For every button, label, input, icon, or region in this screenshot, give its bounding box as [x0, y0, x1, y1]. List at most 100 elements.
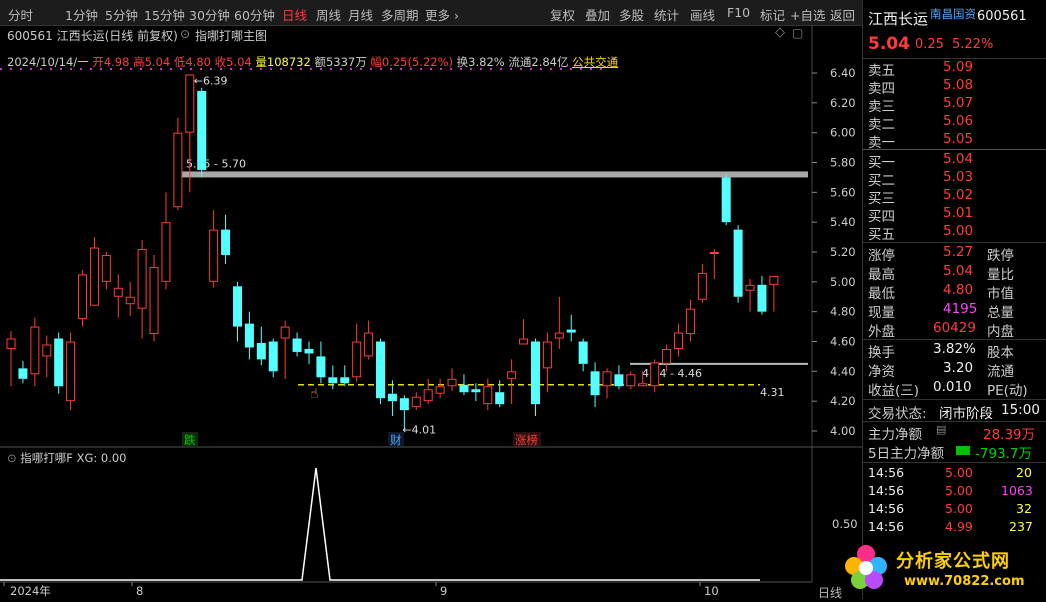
candle-body — [364, 332, 374, 357]
formula-name[interactable]: 指哪打哪主图 — [195, 27, 267, 44]
chevron-down-icon[interactable]: ⊙ — [180, 27, 190, 41]
x-tick-label: 10 — [704, 584, 719, 598]
sub-chart — [0, 467, 760, 581]
candle-body — [447, 378, 457, 387]
trade-status: 闭市阶段 — [939, 406, 993, 422]
y-axis: 6.40 6.20 6.00 5.80 5.60 5.40 5.20 5.00 4.80 4.60… — [812, 66, 856, 438]
candle-body — [507, 371, 517, 379]
mark-button[interactable]: 标记 — [760, 5, 785, 24]
watermark-logo: 分析家公式网 www.70822.com — [838, 540, 1038, 599]
candle-body — [542, 341, 552, 369]
f10-button[interactable]: F10 — [727, 5, 750, 20]
draw-line-button[interactable]: 画线 — [690, 5, 715, 24]
stat-label: 市值 — [987, 286, 1014, 302]
tick-time: 14:56 — [868, 501, 905, 516]
list-icon[interactable]: ▤ — [936, 423, 946, 436]
bid-price: 5.02 — [943, 187, 974, 203]
period-tab-fenshi[interactable]: 分时 — [8, 5, 33, 24]
main-flow5-label: 5日主力净额 — [868, 446, 945, 462]
tick-price: 5.00 — [945, 465, 973, 480]
sub-y-tick: 0.50 — [832, 517, 858, 531]
divider — [863, 149, 1046, 150]
tick-vol: 32 — [1016, 501, 1032, 516]
main-flow-label: 主力净额 — [868, 427, 922, 443]
stats-button[interactable]: 统计 — [654, 5, 679, 24]
candle-body — [554, 332, 564, 339]
candle — [507, 359, 517, 405]
candle-body — [89, 247, 99, 306]
sector-link[interactable]: 公共交通 — [572, 55, 618, 69]
stat-value: 4.80 — [943, 282, 974, 298]
sub-chart-menu-icon[interactable]: ⊙ — [7, 451, 17, 465]
candle-body — [423, 389, 433, 402]
candle — [268, 338, 278, 378]
adjust-button[interactable]: 复权 — [550, 5, 575, 24]
period-tab-multi[interactable]: 多周期 — [381, 5, 419, 24]
ask-price: 5.05 — [943, 131, 974, 147]
bid-label: 买三 — [868, 191, 895, 207]
candle-body — [78, 274, 88, 320]
candle-body — [626, 374, 636, 387]
candle-body — [66, 341, 76, 402]
volume-label: 量 — [255, 55, 267, 69]
last-price: 5.04 — [868, 34, 910, 54]
ask-label: 卖三 — [868, 99, 895, 115]
candle-body — [769, 275, 779, 285]
candle-body — [304, 348, 314, 354]
candle-body — [54, 338, 64, 387]
high-value: 5.04 — [144, 55, 171, 69]
price-change-pct: 5.22% — [952, 37, 994, 52]
y-tick-label: 4.60 — [830, 335, 856, 349]
sub-chart-title[interactable]: 指哪打哪F — [20, 451, 73, 465]
y-tick-label: 5.80 — [830, 156, 856, 170]
stat-label: 换手 — [868, 345, 895, 361]
period-tab-daily[interactable]: 日线 — [282, 5, 307, 24]
period-tab-15min[interactable]: 15分钟 — [144, 5, 185, 24]
add-watchlist-button[interactable]: +自选 — [790, 5, 825, 24]
tick-time: 14:56 — [868, 483, 905, 498]
ask-price: 5.06 — [943, 113, 974, 129]
stat-label: 净资 — [868, 364, 895, 380]
period-tab-60min[interactable]: 60分钟 — [234, 5, 275, 24]
candle — [221, 214, 231, 264]
period-tab-5min[interactable]: 5分钟 — [105, 5, 138, 24]
overlay-button[interactable]: 叠加 — [585, 5, 610, 24]
window-icon[interactable]: ▢ — [792, 26, 803, 40]
diamond-icon[interactable]: ◇ — [775, 25, 785, 40]
candle-body — [316, 356, 326, 378]
bid-price: 5.04 — [943, 151, 974, 167]
candle — [411, 392, 421, 411]
period-tab-monthly[interactable]: 月线 — [348, 5, 373, 24]
stat-label: 跌停 — [987, 248, 1014, 264]
candle — [328, 365, 338, 390]
candle — [376, 338, 386, 405]
main-flow5-value: -793.7万 — [975, 446, 1033, 462]
candle — [447, 368, 457, 391]
stat-value: 5.27 — [943, 244, 974, 260]
price-levels: 5.75 - 5.70 4.44 - 4.46 4.31 — [181, 157, 808, 399]
candle — [292, 332, 302, 357]
bid-label: 买一 — [868, 155, 895, 171]
candle — [66, 332, 76, 411]
candle-body — [650, 362, 660, 387]
watermark-url: www.70822.com — [904, 574, 1025, 589]
period-tab-1min[interactable]: 1分钟 — [65, 5, 98, 24]
period-tab-more[interactable]: 更多 › — [425, 5, 459, 24]
stock-tag[interactable]: 南昌国资 — [930, 6, 976, 22]
divider — [863, 242, 1046, 243]
back-button[interactable]: 返回 — [830, 5, 855, 24]
period-tab-weekly[interactable]: 周线 — [316, 5, 341, 24]
candle — [697, 263, 707, 303]
candle — [542, 332, 552, 393]
candle-body — [471, 389, 481, 393]
candle-body — [328, 377, 338, 384]
period-tab-30min[interactable]: 30分钟 — [189, 5, 230, 24]
candle — [364, 320, 374, 360]
chevron-right-icon: › — [450, 8, 459, 23]
multi-stock-button[interactable]: 多股 — [619, 5, 644, 24]
event-marker: 财 — [390, 433, 402, 447]
candle — [137, 240, 147, 339]
kline-chart[interactable]: 6.40 6.20 6.00 5.80 5.60 5.40 5.20 5.00 4.80 4.60… — [0, 0, 862, 599]
ask-price: 5.09 — [943, 59, 974, 75]
candle-body — [590, 371, 600, 396]
